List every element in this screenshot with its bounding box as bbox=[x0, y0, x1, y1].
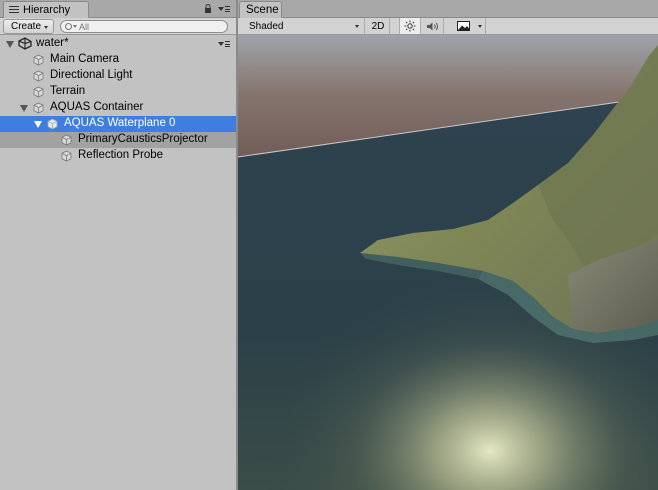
fold-arrow-icon[interactable] bbox=[20, 105, 28, 112]
menu-icon[interactable] bbox=[218, 5, 230, 13]
effects-toggle-button[interactable] bbox=[452, 18, 474, 34]
hierarchy-item-aquas-container[interactable]: AQUAS Container bbox=[0, 100, 236, 116]
scene-viewport[interactable] bbox=[238, 35, 658, 490]
search-icon bbox=[65, 23, 72, 30]
chevron-down-icon bbox=[73, 25, 77, 28]
cube-icon bbox=[61, 134, 72, 146]
scene-toolbar: Shaded 2D bbox=[238, 18, 658, 35]
fold-arrow-icon[interactable] bbox=[34, 121, 42, 128]
cube-icon bbox=[33, 102, 44, 114]
chevron-down-icon bbox=[44, 26, 48, 29]
item-label: PrimaryCausticsProjector bbox=[78, 133, 208, 145]
search-input[interactable] bbox=[79, 21, 219, 32]
scene-render bbox=[238, 35, 658, 490]
hierarchy-tab-bar: Hierarchy bbox=[0, 0, 236, 18]
item-label: AQUAS Waterplane 0 bbox=[64, 117, 176, 129]
create-label: Create bbox=[11, 21, 42, 32]
cube-icon bbox=[33, 54, 44, 66]
create-button[interactable]: Create bbox=[3, 19, 54, 34]
scene-tab-label: Scene bbox=[246, 4, 279, 16]
scene-name: water* bbox=[36, 37, 69, 49]
search-field[interactable] bbox=[60, 20, 228, 33]
shading-mode-dropdown[interactable]: Shaded bbox=[241, 18, 365, 34]
hierarchy-item-terrain[interactable]: Terrain bbox=[0, 84, 236, 100]
tab-hierarchy[interactable]: Hierarchy bbox=[3, 1, 89, 18]
fold-arrow-icon[interactable] bbox=[6, 41, 14, 48]
unity-logo-icon bbox=[18, 37, 32, 50]
2d-toggle-button[interactable]: 2D bbox=[367, 18, 390, 34]
sun-icon bbox=[404, 20, 416, 32]
chevron-down-icon bbox=[355, 25, 359, 28]
cube-icon bbox=[61, 150, 72, 162]
2d-label: 2D bbox=[371, 20, 385, 32]
scene-tab-bar: Scene bbox=[238, 0, 658, 18]
lock-icon[interactable] bbox=[204, 4, 212, 13]
menu-icon[interactable] bbox=[218, 40, 230, 48]
unity-editor: Hierarchy Create All water* Main Camera … bbox=[0, 0, 658, 490]
hierarchy-toolbar: Create bbox=[0, 18, 236, 35]
item-label: Reflection Probe bbox=[78, 149, 164, 161]
item-label: AQUAS Container bbox=[50, 101, 144, 113]
scene-root-row[interactable]: water* bbox=[0, 35, 236, 52]
chevron-down-icon bbox=[477, 24, 482, 28]
hierarchy-item-main-camera[interactable]: Main Camera bbox=[0, 52, 236, 68]
hierarchy-panel: Hierarchy Create All water* Main Camera … bbox=[0, 0, 236, 490]
audio-toggle-button[interactable] bbox=[422, 18, 444, 34]
hierarchy-item-reflection-probe[interactable]: Reflection Probe bbox=[0, 148, 236, 164]
item-label: Terrain bbox=[50, 85, 86, 97]
hierarchy-item-directional-light[interactable]: Directional Light bbox=[0, 68, 236, 84]
list-icon bbox=[9, 6, 19, 14]
speaker-icon bbox=[426, 22, 438, 30]
cube-icon bbox=[33, 86, 44, 98]
image-icon bbox=[456, 21, 470, 31]
scene-panel: Scene Shaded 2D bbox=[238, 0, 658, 490]
cube-icon bbox=[47, 118, 58, 130]
hierarchy-item-aquas-waterplane[interactable]: AQUAS Waterplane 0 bbox=[0, 116, 236, 132]
item-label: Main Camera bbox=[50, 53, 120, 65]
lighting-toggle-button[interactable] bbox=[399, 18, 421, 34]
hierarchy-item-primary-caustics-projector[interactable]: PrimaryCausticsProjector bbox=[0, 132, 236, 148]
shading-mode-value: Shaded bbox=[249, 20, 284, 32]
item-label: Directional Light bbox=[50, 69, 133, 81]
cube-icon bbox=[33, 70, 44, 82]
hierarchy-tab-label: Hierarchy bbox=[23, 4, 71, 16]
effects-dropdown[interactable] bbox=[474, 18, 486, 34]
tab-scene[interactable]: Scene bbox=[239, 1, 282, 18]
